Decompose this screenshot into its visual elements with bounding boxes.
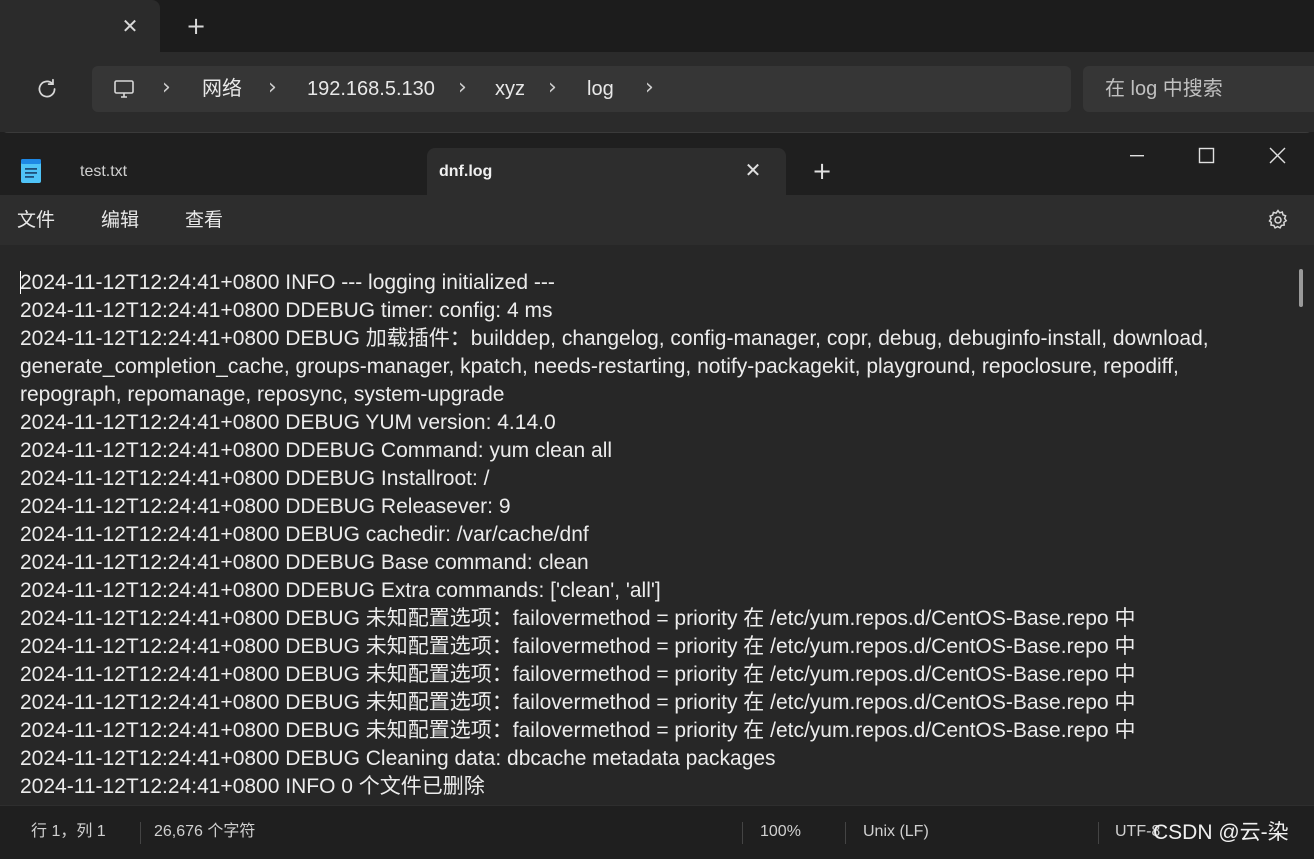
log-line: 2024-11-12T12:24:41+0800 DEBUG 未知配置选项：fa… [20,607,1136,630]
new-tab-icon[interactable]: + [810,159,834,183]
log-line: 2024-11-12T12:24:41+0800 DEBUG 未知配置选项：fa… [20,635,1136,658]
status-bar: 行 1，列 1 26,676 个字符 100% Unix (LF) UTF-8 [0,805,1314,859]
log-line: 2024-11-12T12:24:41+0800 DDEBUG Command:… [20,439,613,462]
status-divider [1098,822,1099,844]
log-line: 2024-11-12T12:24:41+0800 DEBUG Cleaning … [20,747,776,770]
explorer-tab[interactable]: ✕ [0,0,160,52]
log-line: 2024-11-12T12:24:41+0800 DEBUG 未知配置选项：fa… [20,663,1136,686]
settings-gear-icon[interactable] [1266,208,1290,232]
breadcrumb-host[interactable]: 192.168.5.130 [307,66,435,112]
address-bar[interactable]: › 网络 › 192.168.5.130 › xyz › log › [92,66,1071,112]
breadcrumb-xyz[interactable]: xyz [495,66,525,112]
explorer-toolbar: › 网络 › 192.168.5.130 › xyz › log › 在 log… [0,52,1314,132]
watermark: CSDN @云-染 [1153,821,1289,844]
log-line: 2024-11-12T12:24:41+0800 DDEBUG Releasev… [20,495,511,518]
breadcrumb-log[interactable]: log [587,66,614,112]
chevron-right-icon[interactable]: › [458,66,467,112]
status-divider [140,822,141,844]
log-line: 2024-11-12T12:24:41+0800 DDEBUG timer: c… [20,299,553,322]
title-bar: test.txt dnf.log ✕ + [0,133,1314,195]
this-pc-icon[interactable] [112,77,136,101]
menu-file[interactable]: 文件 [17,195,55,245]
cursor-position[interactable]: 行 1，列 1 [31,806,106,859]
log-line: 2024-11-12T12:24:41+0800 DDEBUG Base com… [20,551,589,574]
chevron-right-icon[interactable]: › [162,66,171,112]
zoom-level[interactable]: 100% [760,806,801,859]
log-line: 2024-11-12T12:24:41+0800 DEBUG 加载插件：buil… [20,327,1209,406]
search-input[interactable]: 在 log 中搜索 [1083,66,1314,112]
log-line: 2024-11-12T12:24:41+0800 DEBUG YUM versi… [20,411,556,434]
text-editor[interactable]: 2024-11-12T12:24:41+0800 INFO --- loggin… [0,245,1314,805]
editor-content[interactable]: 2024-11-12T12:24:41+0800 INFO --- loggin… [20,269,1290,801]
tab-label: dnf.log [439,163,493,180]
log-line: 2024-11-12T12:24:41+0800 DEBUG 未知配置选项：fa… [20,691,1136,714]
maximize-icon[interactable] [1183,143,1229,169]
log-line: 2024-11-12T12:24:41+0800 DEBUG 未知配置选项：fa… [20,719,1136,742]
chevron-right-icon[interactable]: › [645,66,654,112]
menu-bar: 文件 编辑 查看 [0,195,1314,245]
tab-dnf-log[interactable]: dnf.log ✕ [427,148,786,195]
character-count: 26,676 个字符 [154,823,256,840]
explorer-tab-bar: ✕ + [0,0,1314,52]
log-line: 2024-11-12T12:24:41+0800 DEBUG cachedir:… [20,523,589,546]
notepad-app-icon [20,158,42,184]
tab-test-txt[interactable]: test.txt [60,148,420,195]
tab-label: test.txt [80,163,128,180]
chevron-right-icon[interactable]: › [548,66,557,112]
log-line: 2024-11-12T12:24:41+0800 DDEBUG Extra co… [20,579,661,602]
text-caret [20,271,21,294]
close-tab-icon[interactable]: ✕ [118,14,142,38]
log-line: 2024-11-12T12:24:41+0800 DDEBUG Installr… [20,467,490,490]
menu-view[interactable]: 查看 [185,195,223,245]
close-window-icon[interactable] [1254,143,1300,169]
minimize-icon[interactable] [1114,143,1160,169]
line-ending[interactable]: Unix (LF) [863,806,929,859]
status-divider [742,822,743,844]
close-tab-icon[interactable]: ✕ [741,158,765,182]
refresh-icon[interactable] [34,76,60,102]
chevron-right-icon[interactable]: › [268,66,277,112]
menu-edit[interactable]: 编辑 [101,195,139,245]
log-line: 2024-11-12T12:24:41+0800 INFO --- loggin… [20,271,555,294]
status-divider [845,822,846,844]
new-tab-icon[interactable]: + [184,14,208,38]
breadcrumb-network[interactable]: 网络 [202,66,242,112]
notepad-window: test.txt dnf.log ✕ + 文件 编辑 查看 2024-11-12… [0,132,1314,859]
log-line: 2024-11-12T12:24:41+0800 INFO 0 个文件已删除 [20,775,485,798]
vertical-scrollbar[interactable] [1299,269,1303,307]
